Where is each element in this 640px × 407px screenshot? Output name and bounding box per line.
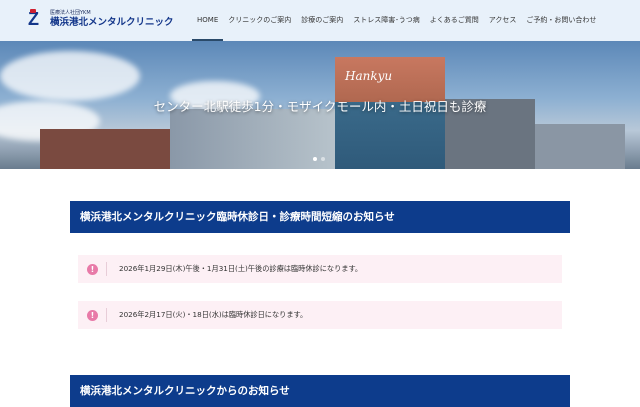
notice-item: ! 2026年2月17日(火)・18日(水)は臨時休診日になります。 bbox=[78, 301, 562, 329]
hero-slider[interactable]: Hankyu センター北駅徒歩1分・モザイクモール内・土日祝日も診療 bbox=[0, 41, 640, 169]
nav-contact[interactable]: ご予約・お問い合わせ bbox=[521, 0, 601, 41]
slider-dots bbox=[313, 157, 325, 161]
info-icon: ! bbox=[87, 309, 98, 321]
info-icon: ! bbox=[87, 263, 98, 275]
nav-access[interactable]: アクセス bbox=[484, 0, 522, 41]
hero-sign: Hankyu bbox=[345, 69, 393, 83]
logo-name: 横浜港北メンタルクリニック bbox=[50, 16, 174, 28]
notice-item: ! 2026年1月29日(木)午後・1月31日(土)午後の診療は臨時休診になりま… bbox=[78, 255, 562, 283]
slider-dot[interactable] bbox=[321, 157, 325, 161]
notice-text: 2026年2月17日(火)・18日(水)は臨時休診日になります。 bbox=[119, 310, 308, 319]
logo[interactable]: Z 医療法人社団YKM 横浜港北メンタルクリニック bbox=[28, 9, 174, 29]
hero-caption: センター北駅徒歩1分・モザイクモール内・土日祝日も診療 bbox=[153, 99, 487, 114]
logo-subtitle: 医療法人社団YKM bbox=[50, 9, 91, 16]
nav-clinic[interactable]: クリニックのご案内 bbox=[223, 0, 296, 41]
hero-building bbox=[40, 129, 180, 169]
nav-treatment[interactable]: 診療のご案内 bbox=[296, 0, 348, 41]
main-nav: HOME クリニックのご案内 診療のご案内 ストレス障害･うつ病 よくあるご質問… bbox=[192, 0, 601, 41]
nav-faq[interactable]: よくあるご質問 bbox=[425, 0, 484, 41]
notice-text: 2026年1月29日(木)午後・1月31日(土)午後の診療は臨時休診になります。 bbox=[119, 264, 363, 273]
section-title-news: 横浜港北メンタルクリニックからのお知らせ bbox=[70, 375, 570, 407]
logo-mark-icon: Z bbox=[28, 9, 39, 29]
slider-dot[interactable] bbox=[313, 157, 317, 161]
nav-home[interactable]: HOME bbox=[192, 0, 224, 41]
site-header: Z 医療法人社団YKM 横浜港北メンタルクリニック HOME クリニックのご案内… bbox=[0, 0, 640, 41]
nav-stress[interactable]: ストレス障害･うつ病 bbox=[348, 0, 425, 41]
section-title-closures: 横浜港北メンタルクリニック臨時休診日・診療時間短縮のお知らせ bbox=[70, 201, 570, 233]
